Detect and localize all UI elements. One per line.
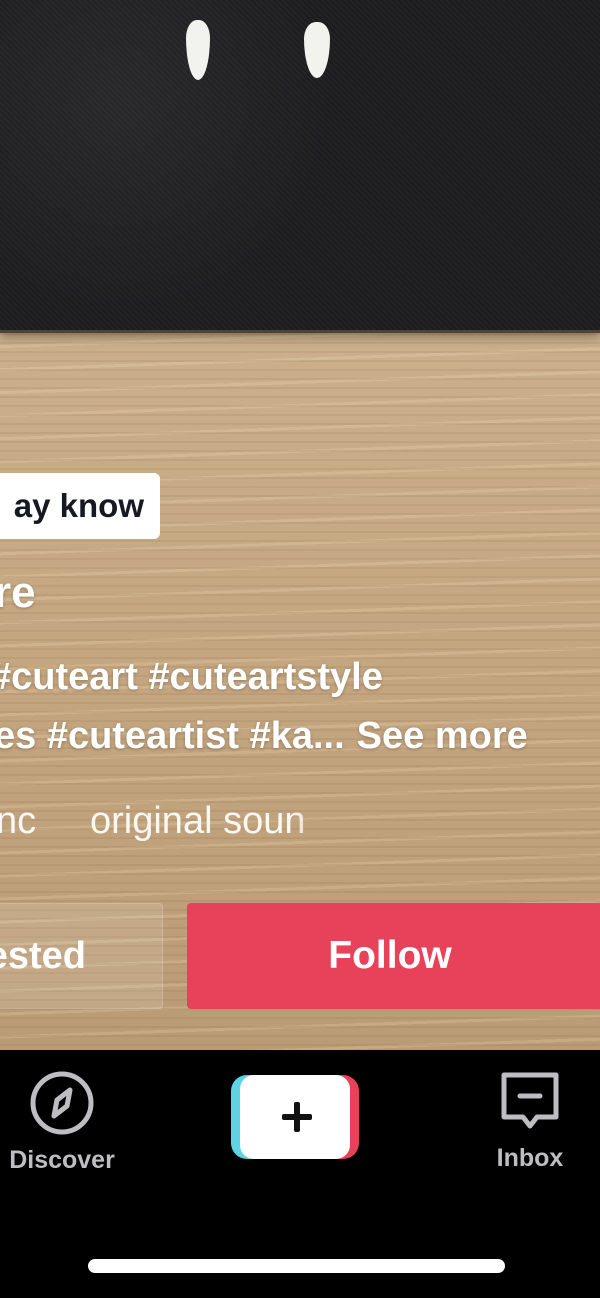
inbox-message-icon bbox=[480, 1070, 580, 1134]
compass-icon bbox=[0, 1070, 124, 1136]
plus-icon bbox=[240, 1075, 350, 1159]
caption-line-2: es #cuteartist #ka... See more bbox=[0, 715, 528, 758]
video-felt-background bbox=[0, 0, 600, 333]
creator-username[interactable]: re bbox=[0, 568, 36, 618]
create-button[interactable] bbox=[231, 1075, 359, 1159]
sound-prefix: nc bbox=[0, 800, 37, 842]
video-player[interactable]: ay know re #cuteart #cuteartstyle es #cu… bbox=[0, 0, 600, 1050]
felt-mark bbox=[186, 20, 210, 80]
sound-title[interactable]: original soun bbox=[90, 800, 342, 843]
home-indicator[interactable] bbox=[88, 1259, 505, 1273]
see-more-link[interactable]: See more bbox=[357, 715, 528, 757]
not-interested-button[interactable]: ested bbox=[0, 903, 163, 1009]
nav-discover[interactable]: Discover bbox=[0, 1070, 124, 1175]
nav-inbox-label: Inbox bbox=[496, 1144, 564, 1172]
nav-discover-label: Discover bbox=[9, 1146, 115, 1174]
felt-mark bbox=[304, 22, 330, 78]
sound-row[interactable]: nc original soun bbox=[0, 800, 600, 844]
suggestion-badge: ay know bbox=[0, 473, 160, 539]
caption-line-1: #cuteart #cuteartstyle bbox=[0, 656, 383, 698]
caption-text: es #cuteartist #ka... bbox=[0, 715, 345, 757]
nav-inbox[interactable]: Inbox bbox=[480, 1070, 580, 1173]
follow-button[interactable]: Follow bbox=[187, 903, 600, 1009]
